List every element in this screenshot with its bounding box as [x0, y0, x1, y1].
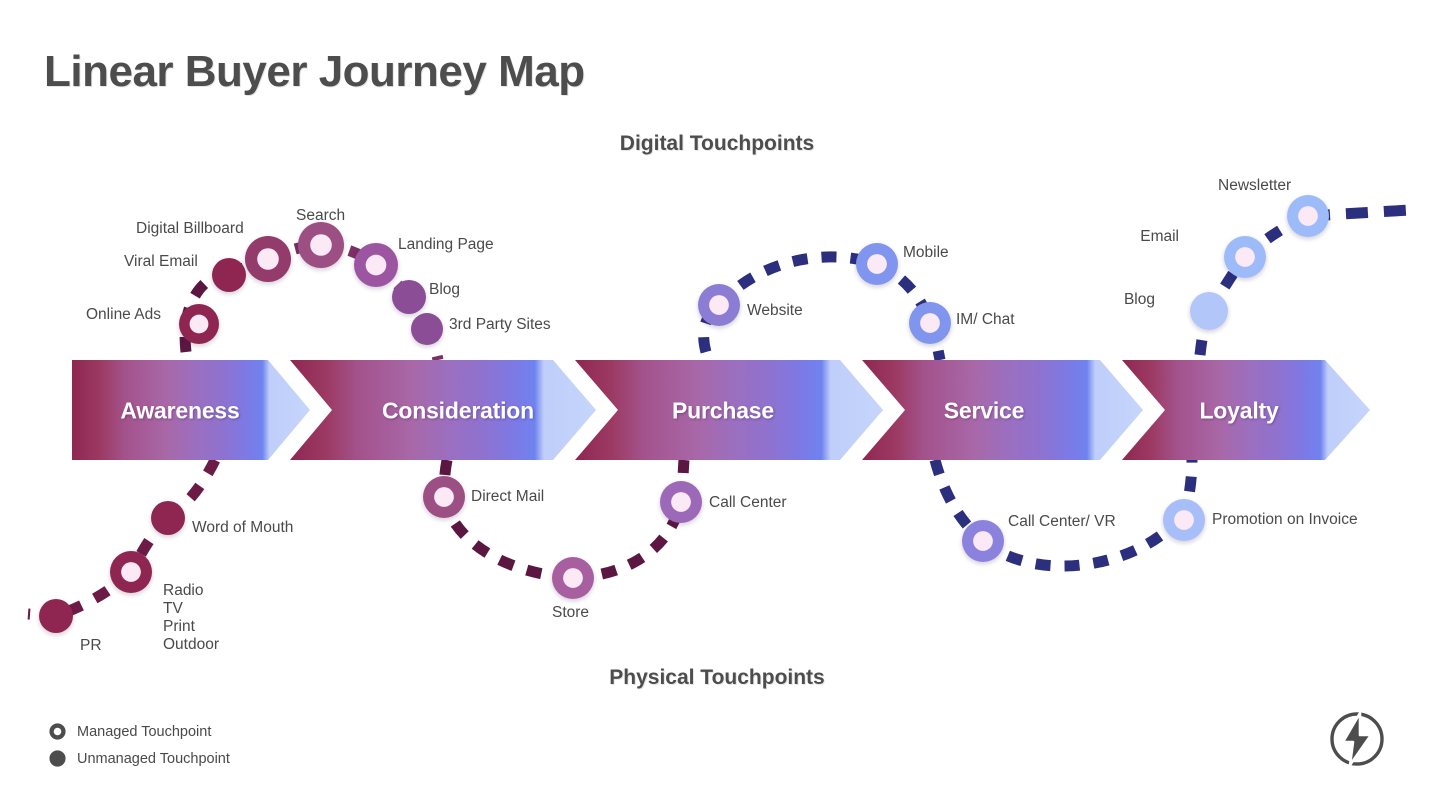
touchpoint-label: Radio TV Print Outdoor [163, 582, 220, 653]
node-outer [39, 599, 73, 633]
touchpoint-node[interactable] [1163, 499, 1205, 541]
touchpoint-label: 3rd Party Sites [449, 316, 551, 333]
touchpoint-label: Store [552, 604, 590, 621]
stage-label-loyalty[interactable]: Loyalty [1199, 398, 1278, 425]
legend-label: Managed Touchpoint [77, 723, 212, 740]
touchpoint-node[interactable] [552, 557, 594, 599]
legend-item: Managed Touchpoint [48, 718, 230, 745]
touchpoint-label: Blog [1123, 291, 1155, 308]
legend-item: Unmanaged Touchpoint [48, 745, 230, 772]
stage-label-consideration[interactable]: Consideration [382, 398, 534, 425]
node-inner-hole [920, 313, 940, 333]
node-inner-hole [257, 248, 279, 270]
touchpoint-node[interactable] [1287, 195, 1329, 237]
touchpoint-label: Newsletter [1218, 177, 1292, 194]
touchpoint-node[interactable] [423, 476, 465, 518]
node-outer [411, 313, 443, 345]
touchpoint-label: Word of Mouth [192, 519, 294, 536]
digital-touchpoints-heading: Digital Touchpoints [619, 132, 815, 155]
touchpoint-label: PR [80, 637, 102, 654]
stage-label-purchase[interactable]: Purchase [672, 398, 774, 425]
touchpoint-node[interactable] [411, 313, 443, 345]
stage-label-service[interactable]: Service [944, 398, 1025, 425]
touchpoint-node[interactable] [354, 243, 398, 287]
node-outer [212, 258, 246, 292]
node-inner-hole [1235, 247, 1255, 267]
node-inner-hole [973, 531, 993, 551]
touchpoint-label: IM/ Chat [956, 311, 1015, 328]
touchpoint-label: Direct Mail [471, 488, 545, 505]
node-outer [151, 501, 185, 535]
managed-node-icon [49, 723, 66, 740]
touchpoint-label: Promotion on Invoice [1212, 511, 1358, 528]
touchpoint-label: Search [296, 207, 346, 224]
node-inner-hole [563, 568, 583, 588]
touchpoint-label: Call Center/ VR [1008, 513, 1116, 530]
node-inner-hole [434, 487, 454, 507]
physical-touchpoints-heading: Physical Touchpoints [609, 666, 825, 689]
touchpoint-label: Email [1140, 228, 1179, 245]
legend-label: Unmanaged Touchpoint [77, 750, 230, 767]
touchpoint-node[interactable] [856, 243, 898, 285]
touchpoint-node[interactable] [39, 599, 73, 633]
page-title: Linear Buyer Journey Map [44, 47, 585, 96]
touchpoint-node[interactable] [1224, 236, 1266, 278]
touchpoint-node[interactable] [212, 258, 246, 292]
touchpoint-node[interactable] [179, 304, 219, 344]
touchpoint-label: Viral Email [124, 253, 198, 270]
journey-map-canvas: Linear Buyer Journey Map Digital Touchpo… [0, 0, 1434, 806]
node-inner-hole [1174, 510, 1194, 530]
touchpoint-node[interactable] [110, 551, 152, 593]
lightning-bolt-circle-icon [1330, 711, 1384, 767]
touchpoint-node[interactable] [151, 501, 185, 535]
node-inner-hole [365, 254, 387, 276]
touchpoint-label: Mobile [903, 244, 949, 261]
node-inner-hole [189, 314, 209, 334]
legend: Managed Touchpoint Unmanaged Touchpoint [48, 718, 230, 772]
node-inner-hole [671, 492, 691, 512]
touchpoint-label: Call Center [709, 494, 787, 511]
unmanaged-node-icon [49, 750, 66, 767]
node-inner-hole [867, 254, 887, 274]
node-inner-hole [121, 562, 141, 582]
touchpoint-node[interactable] [962, 520, 1004, 562]
stage-label-awareness[interactable]: Awareness [120, 398, 239, 425]
touchpoint-node[interactable] [660, 481, 702, 523]
node-inner-hole [1298, 206, 1318, 226]
node-outer [1190, 292, 1228, 330]
touchpoint-node[interactable] [1190, 292, 1228, 330]
